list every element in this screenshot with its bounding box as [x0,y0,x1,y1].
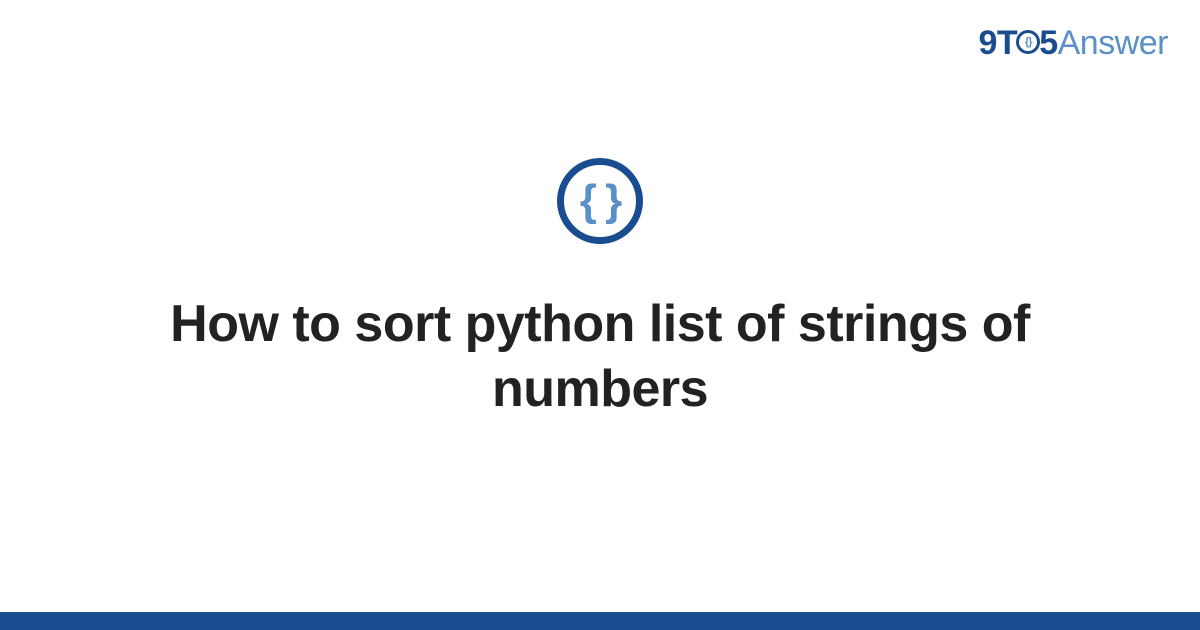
logo-text-9t: 9T [979,24,1018,63]
site-logo[interactable]: 9T 5Answer [979,24,1168,63]
code-braces-icon: { } [580,179,620,223]
logo-text-5: 5 [1039,24,1057,63]
page-title: How to sort python list of strings of nu… [100,292,1100,422]
main-content: { } How to sort python list of strings o… [0,0,1200,630]
category-icon-circle: { } [557,158,643,244]
logo-text-answer: Answer [1058,24,1168,63]
logo-braces-icon [1016,30,1040,54]
footer-accent-bar [0,612,1200,630]
